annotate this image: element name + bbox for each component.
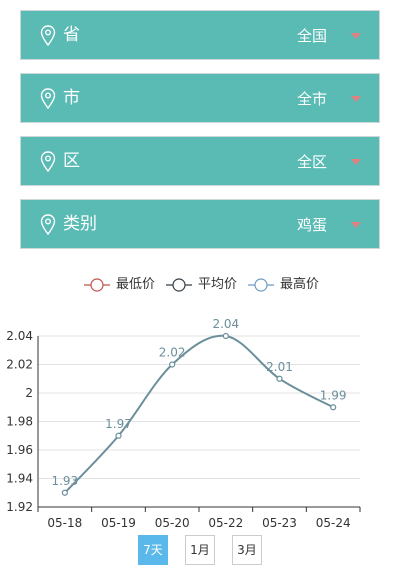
dropdown-caret-icon[interactable] — [351, 33, 361, 39]
data-label: 2.01 — [266, 360, 293, 374]
price-line-chart: 1.92 1.94 1.96 1.98 2 2.02 2.04 05-18 05-19 05-20… — [6, 317, 361, 530]
y-tick-label: 2 — [25, 386, 33, 400]
location-pin-icon — [40, 25, 56, 47]
range-1month-button[interactable]: 1月 — [185, 535, 215, 565]
range-3months-button[interactable]: 3月 — [232, 535, 262, 565]
x-tick-label: 05-24 — [316, 516, 351, 530]
filter-city[interactable]: 市 全市 — [20, 73, 380, 123]
y-tick-label: 1.94 — [6, 472, 33, 486]
x-tick-label: 05-19 — [101, 516, 136, 530]
y-tick-label: 2.02 — [6, 358, 33, 372]
y-tick-label: 2.04 — [6, 329, 33, 343]
data-point — [222, 332, 229, 340]
dropdown-caret-icon[interactable] — [351, 96, 361, 102]
data-point — [115, 432, 122, 439]
location-pin-icon — [40, 88, 56, 110]
y-tick-label: 1.98 — [6, 415, 33, 429]
series-line — [64, 334, 334, 494]
dropdown-caret-icon[interactable] — [351, 159, 361, 165]
data-label: 2.04 — [212, 317, 239, 331]
data-point — [169, 361, 176, 368]
data-point — [61, 489, 68, 496]
filter-label: 类别 — [63, 214, 97, 234]
x-tick-label: 05-18 — [47, 516, 82, 530]
filter-category[interactable]: 类别 鸡蛋 — [20, 199, 380, 249]
dropdown-caret-icon[interactable] — [351, 222, 361, 228]
filter-value: 鸡蛋 — [296, 216, 327, 234]
legend-label: 平均价 — [198, 277, 238, 292]
y-tick-label: 1.96 — [6, 443, 33, 457]
filter-value: 全市 — [296, 90, 327, 108]
x-tick-label: 05-20 — [155, 516, 190, 530]
legend-label: 最高价 — [280, 277, 320, 292]
data-label: 1.97 — [105, 417, 132, 431]
data-label: 1.93 — [51, 474, 78, 488]
data-label: 2.02 — [159, 346, 186, 360]
filter-province[interactable]: 省 全国 — [20, 10, 380, 60]
location-pin-icon — [40, 214, 56, 236]
chart-legend: 最低价 平均价 最高价 — [0, 276, 400, 294]
legend-line-icon — [166, 278, 192, 292]
filter-label: 市 — [63, 88, 80, 108]
data-point — [330, 404, 337, 411]
x-tick-label: 05-23 — [262, 516, 297, 530]
location-pin-icon — [40, 151, 56, 173]
data-label: 1.99 — [320, 388, 347, 402]
filter-label: 省 — [63, 25, 80, 45]
x-tick-label: 05-22 — [208, 516, 243, 530]
legend-label: 最低价 — [116, 277, 156, 292]
filter-value: 全国 — [296, 27, 327, 45]
filter-value: 全区 — [296, 153, 327, 171]
legend-line-icon — [248, 278, 274, 292]
range-7days-button[interactable]: 7天 — [138, 535, 168, 565]
legend-line-icon — [84, 278, 110, 292]
data-point — [276, 375, 283, 382]
filter-district[interactable]: 区 全区 — [20, 136, 380, 186]
filter-label: 区 — [63, 151, 80, 171]
y-tick-label: 1.92 — [6, 500, 33, 514]
